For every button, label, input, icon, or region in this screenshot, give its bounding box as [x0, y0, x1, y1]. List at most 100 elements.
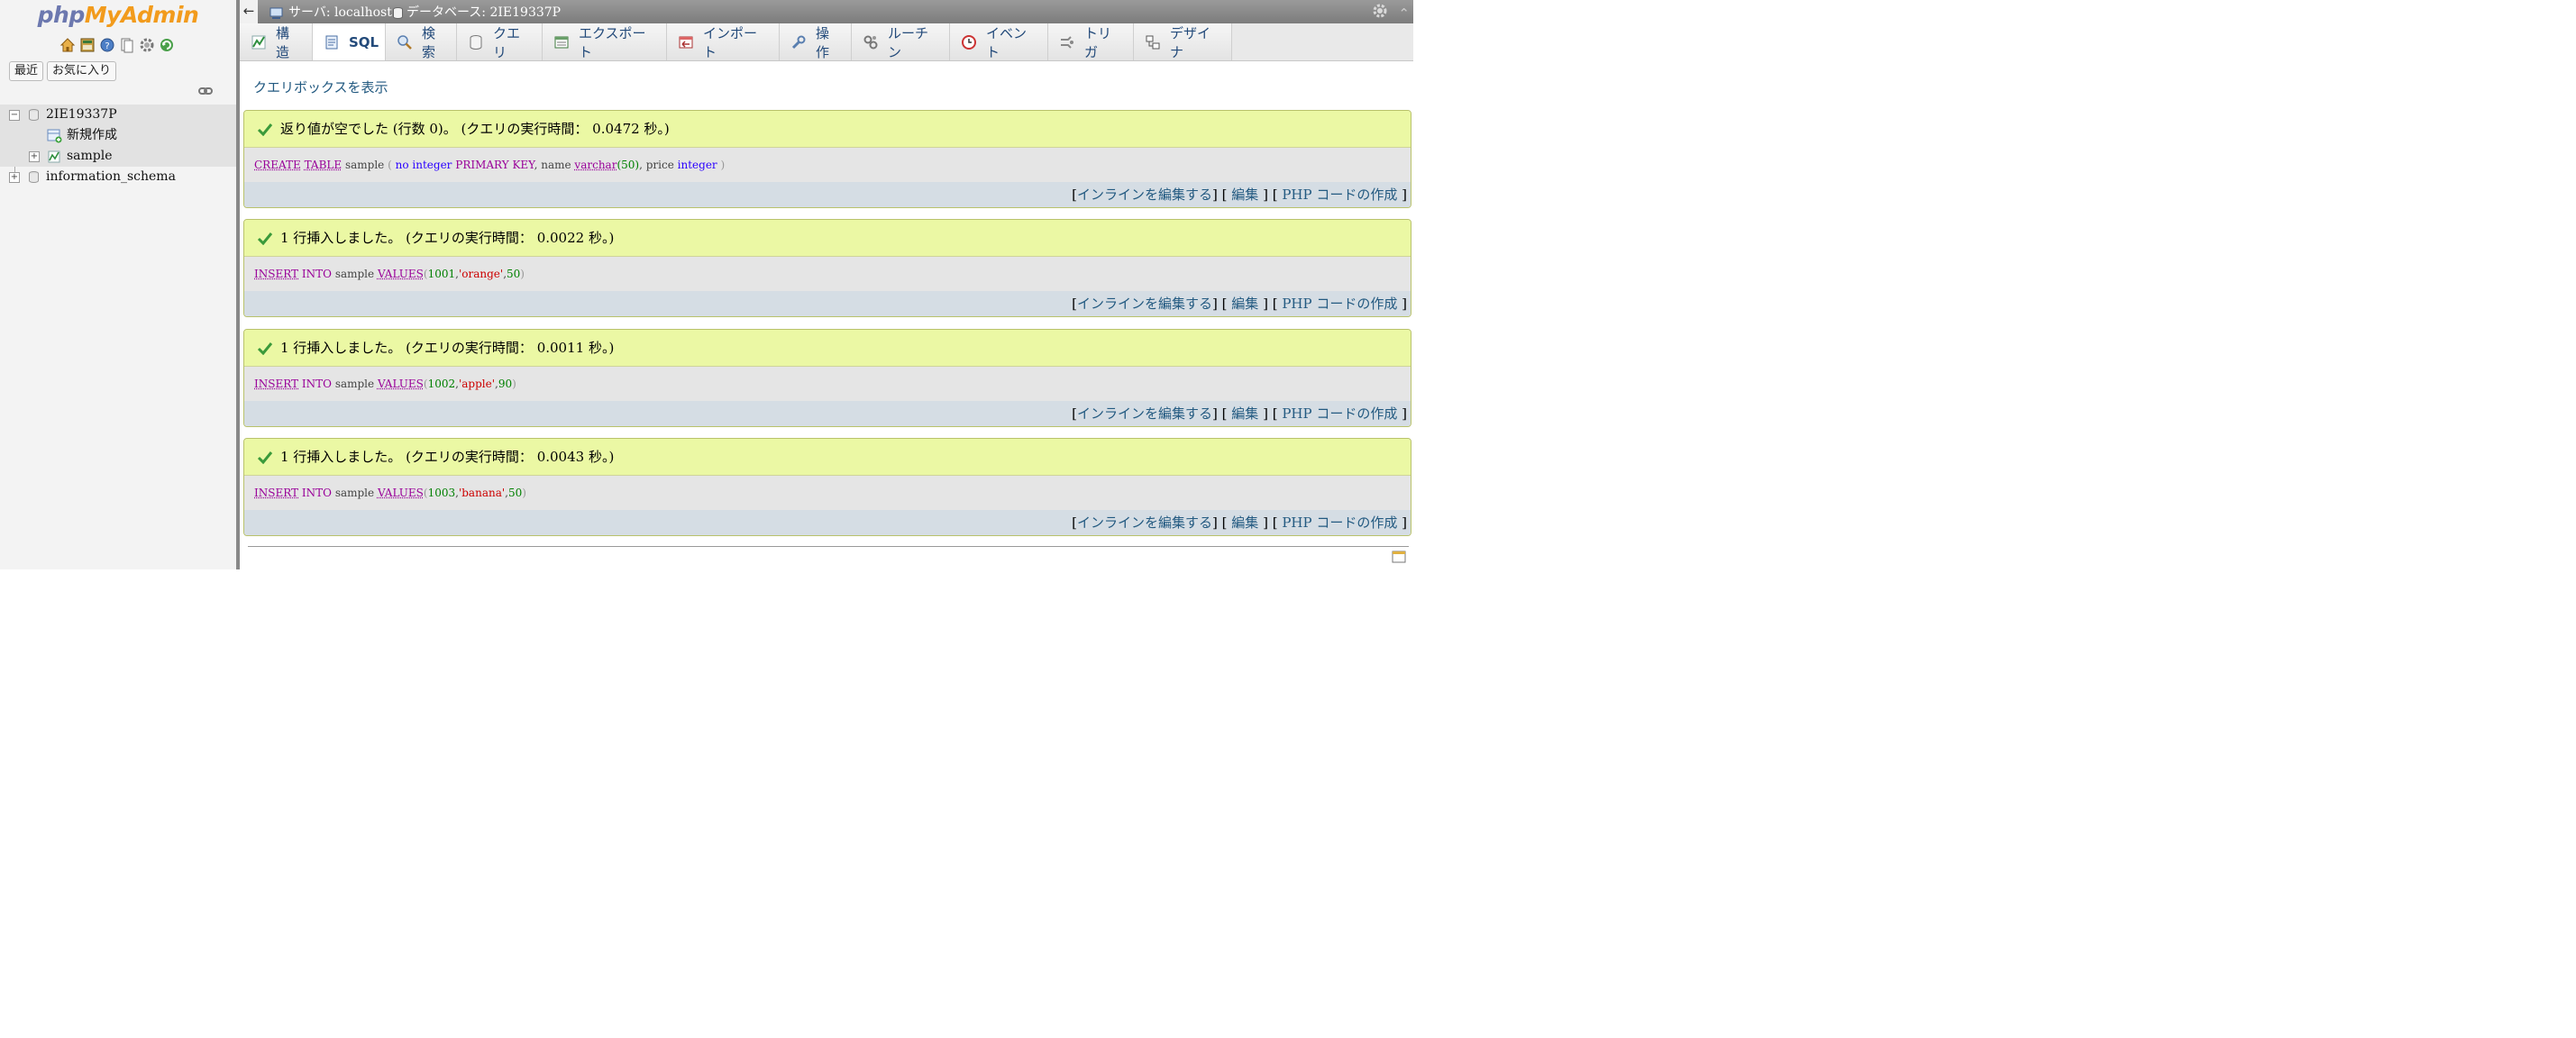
- show-query-box-link[interactable]: クエリボックスを表示: [253, 77, 388, 96]
- tab-label: SQL: [349, 33, 379, 50]
- edit-link[interactable]: 編集: [1231, 514, 1258, 531]
- sql-number: 50: [507, 487, 523, 499]
- tree-item-new[interactable]: 新規作成: [0, 125, 236, 146]
- tree-label[interactable]: 新規作成: [67, 125, 117, 146]
- inline-edit-link[interactable]: インラインを編集する: [1077, 187, 1212, 203]
- sql-string: 'orange': [458, 268, 504, 280]
- message-text: 1 行挿入しました。 (クエリの実行時間： 0.0043 秒。): [280, 449, 615, 465]
- edit-link[interactable]: 編集: [1231, 187, 1258, 203]
- expand-icon[interactable]: +: [9, 172, 20, 183]
- sql-type: integer: [677, 159, 717, 171]
- message-text: 1 行挿入しました。 (クエリの実行時間： 0.0011 秒。): [280, 340, 615, 356]
- structure-icon: [251, 34, 267, 50]
- sql-keyword: PRIMARY KEY: [455, 159, 534, 171]
- check-icon: [257, 451, 273, 464]
- tab-sql[interactable]: SQL: [313, 23, 386, 60]
- sql-keyword[interactable]: VALUES: [378, 487, 424, 499]
- breadcrumb-server[interactable]: サーバ: localhost »: [269, 0, 404, 25]
- sql-statement[interactable]: INSERT INTO sample VALUES(1003,'banana',…: [244, 476, 1411, 510]
- query-result: 1 行挿入しました。 (クエリの実行時間： 0.0022 秒。) INSERT …: [243, 219, 1411, 317]
- tree-label[interactable]: sample: [67, 146, 113, 167]
- tab-structure[interactable]: 構造: [240, 23, 313, 60]
- tab-events[interactable]: イベント: [950, 23, 1048, 60]
- sql-keyword[interactable]: TABLE: [305, 159, 343, 171]
- success-message: 1 行挿入しました。 (クエリの実行時間： 0.0011 秒。): [244, 330, 1411, 367]
- sql-number: 90: [498, 378, 513, 390]
- home-icon[interactable]: [59, 37, 76, 53]
- edit-link[interactable]: 編集: [1231, 296, 1258, 312]
- tree-label[interactable]: information_schema: [46, 167, 176, 187]
- tab-operations[interactable]: 操作: [780, 23, 852, 60]
- console-icon[interactable]: [1392, 550, 1406, 564]
- tree-item-table-sample[interactable]: + sample: [0, 146, 236, 167]
- sql-statement[interactable]: CREATE TABLE sample ( no integer PRIMARY…: [244, 148, 1411, 182]
- docs-icon[interactable]: [119, 37, 135, 53]
- wrench-icon: [790, 34, 807, 50]
- favorites-button[interactable]: お気に入り: [47, 61, 117, 81]
- tab-label: エクスポート: [579, 24, 646, 60]
- breadcrumb: ← サーバ: localhost » データベース: 2IE19337P ⌃: [240, 0, 1413, 23]
- sql-column: name: [541, 159, 571, 171]
- recent-button[interactable]: 最近: [9, 61, 44, 81]
- check-icon: [257, 123, 273, 136]
- sql-keyword[interactable]: INSERT: [254, 378, 298, 390]
- sql-type[interactable]: varchar: [574, 159, 617, 171]
- result-actions: [インラインを編集する] [ 編集 ] [ PHP コードの作成 ]: [244, 510, 1411, 535]
- inline-edit-link[interactable]: インラインを編集する: [1077, 405, 1212, 422]
- create-php-code-link[interactable]: PHP コードの作成: [1282, 405, 1397, 422]
- sql-punct: (: [388, 159, 392, 171]
- tree-item-database[interactable]: − 2IE19337P: [0, 105, 236, 125]
- sql-keyword[interactable]: INSERT: [254, 487, 298, 499]
- sql-punct: ): [720, 159, 726, 171]
- tab-import[interactable]: インポート: [667, 23, 780, 60]
- tab-search[interactable]: 検索: [386, 23, 457, 60]
- collapse-icon[interactable]: −: [9, 110, 20, 121]
- expand-icon[interactable]: +: [29, 151, 40, 162]
- sql-keyword[interactable]: INSERT: [254, 268, 298, 280]
- sql-number: 50: [507, 268, 521, 280]
- tab-designer[interactable]: デザイナ: [1134, 23, 1232, 60]
- nav-icon-bar: ?: [59, 37, 175, 53]
- phpmyadmin-logo[interactable]: phpMyAdmin: [0, 0, 236, 31]
- sql-keyword[interactable]: VALUES: [378, 378, 424, 390]
- query-result: 返り値が空でした (行数 0)。 (クエリの実行時間： 0.0472 秒。) C…: [243, 110, 1411, 208]
- edit-link[interactable]: 編集: [1231, 405, 1258, 422]
- sql-window-icon[interactable]: [79, 37, 96, 53]
- settings-icon[interactable]: [139, 37, 155, 53]
- tree-label[interactable]: 2IE19337P: [46, 105, 117, 125]
- sql-statement[interactable]: INSERT INTO sample VALUES(1001,'orange',…: [244, 257, 1411, 291]
- sql-keyword[interactable]: VALUES: [378, 268, 424, 280]
- events-icon: [961, 34, 977, 50]
- sql-table: sample: [334, 378, 375, 390]
- sql-column: no: [395, 159, 409, 171]
- search-icon: [397, 34, 413, 50]
- tab-routines[interactable]: ルーチン: [852, 23, 950, 60]
- create-php-code-link[interactable]: PHP コードの作成: [1282, 296, 1397, 312]
- link-with-main-icon[interactable]: [198, 86, 213, 96]
- inline-edit-link[interactable]: インラインを編集する: [1077, 296, 1212, 312]
- collapse-header-icon[interactable]: ⌃: [1398, 1, 1410, 26]
- collapse-nav-arrow-icon[interactable]: ←: [240, 0, 258, 23]
- tree-item-database[interactable]: + information_schema: [0, 167, 236, 187]
- sql-keyword: INTO: [301, 268, 332, 280]
- tab-triggers[interactable]: トリガ: [1048, 23, 1134, 60]
- settings-icon[interactable]: [1372, 3, 1388, 19]
- tab-query[interactable]: クエリ: [457, 23, 543, 60]
- tab-label: 検索: [422, 24, 436, 60]
- breadcrumb-database-label: データベース: 2IE19337P: [406, 5, 562, 20]
- reload-icon[interactable]: [159, 37, 175, 53]
- create-php-code-link[interactable]: PHP コードの作成: [1282, 187, 1397, 203]
- tab-export[interactable]: エクスポート: [543, 23, 667, 60]
- create-php-code-link[interactable]: PHP コードの作成: [1282, 514, 1397, 531]
- sql-keyword: INTO: [301, 378, 332, 390]
- breadcrumb-database[interactable]: データベース: 2IE19337P: [393, 0, 561, 25]
- sql-number: 1002: [427, 378, 456, 390]
- help-icon[interactable]: ?: [99, 37, 115, 53]
- sql-keyword: INTO: [301, 487, 332, 499]
- breadcrumb-server-label: サーバ: localhost »: [288, 5, 404, 20]
- sql-keyword[interactable]: CREATE: [254, 159, 301, 171]
- sql-statement[interactable]: INSERT INTO sample VALUES(1002,'apple',9…: [244, 367, 1411, 401]
- tab-label: トリガ: [1084, 24, 1112, 60]
- inline-edit-link[interactable]: インラインを編集する: [1077, 514, 1212, 531]
- success-message: 1 行挿入しました。 (クエリの実行時間： 0.0022 秒。): [244, 220, 1411, 257]
